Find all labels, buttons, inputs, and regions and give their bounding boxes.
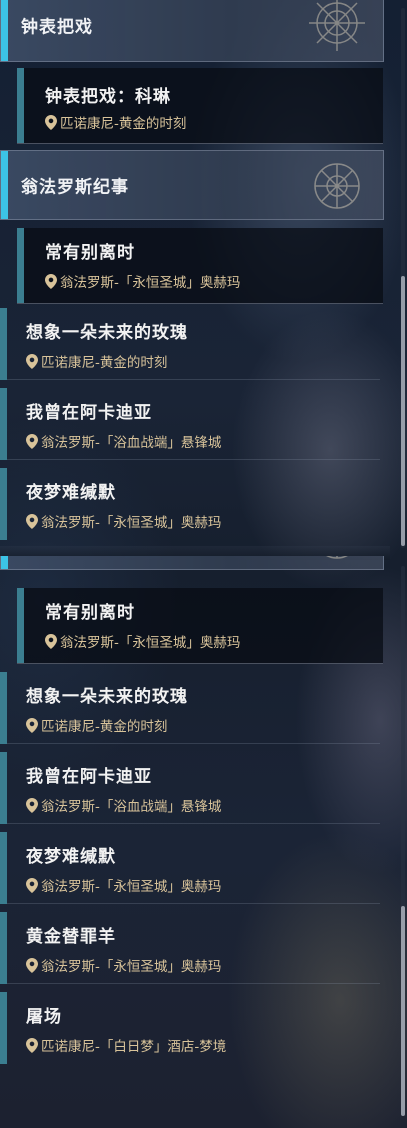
- item-accent-bar: [17, 588, 24, 663]
- quest-location: 匹诺康尼-黄金的时刻: [26, 715, 167, 735]
- scrollbar-thumb[interactable]: [401, 276, 405, 546]
- item-accent-bar: [0, 672, 7, 744]
- section-accent: [1, 0, 8, 61]
- item-divider: [7, 459, 380, 460]
- section-title: 钟表把戏: [21, 17, 93, 38]
- item-accent-bar: [0, 388, 7, 460]
- quest-name: 想象一朵未来的玫瑰: [26, 323, 188, 343]
- section-accent: [1, 151, 8, 219]
- quest-location: 翁法罗斯-「永恒圣城」奥赫玛: [26, 511, 221, 531]
- location-text: 匹诺康尼-「白日梦」酒店-梦境: [41, 1039, 227, 1055]
- quest-name: 常有别离时: [45, 243, 135, 263]
- item-divider: [7, 379, 380, 380]
- quest-name: 我曾在阿卡迪亚: [26, 767, 152, 787]
- quest-location: 翁法罗斯-「永恒圣城」奥赫玛: [26, 955, 221, 975]
- quest-item[interactable]: 夜梦难缄默 翁法罗斯-「永恒圣城」奥赫玛: [0, 832, 380, 904]
- location-text: 翁法罗斯-「永恒圣城」奥赫玛: [60, 275, 241, 291]
- quest-name: 常有别离时: [45, 603, 135, 623]
- map-pin-icon: [26, 798, 38, 813]
- quest-item[interactable]: 想象一朵未来的玫瑰 匹诺康尼-黄金的时刻: [0, 672, 380, 744]
- quest-location: 匹诺康尼-「白日梦」酒店-梦境: [26, 1035, 226, 1055]
- item-accent-bar: [0, 468, 7, 540]
- item-divider: [7, 983, 380, 984]
- quest-location: 翁法罗斯-「永恒圣城」奥赫玛: [26, 875, 221, 895]
- faction-emblem-icon: [314, 163, 360, 209]
- quest-name: 我曾在阿卡迪亚: [26, 403, 152, 423]
- section-header-amphoreus[interactable]: 翁法罗斯纪事: [0, 150, 384, 220]
- quest-name: 钟表把戏：科琳: [45, 87, 171, 107]
- item-accent-bar: [17, 228, 24, 303]
- scrollbar[interactable]: [401, 566, 405, 1116]
- quest-item[interactable]: 黄金替罪羊 翁法罗斯-「永恒圣城」奥赫玛: [0, 912, 380, 984]
- faction-emblem-icon: [309, 0, 365, 51]
- location-text: 翁法罗斯-「浴血战端」悬锋城: [41, 435, 222, 451]
- section-accent: [1, 556, 8, 569]
- quest-location: 匹诺康尼-黄金的时刻: [26, 351, 167, 371]
- item-divider: [7, 743, 380, 744]
- quest-list-panel-bottom: 常有别离时 翁法罗斯-「永恒圣城」奥赫玛 想象一朵未来的玫瑰 匹诺康尼-黄金的时…: [0, 556, 407, 1128]
- quest-name: 想象一朵未来的玫瑰: [26, 687, 188, 707]
- quest-location: 匹诺康尼-黄金的时刻: [45, 112, 186, 132]
- item-accent-bar: [0, 992, 7, 1064]
- quest-item-selected[interactable]: 钟表把戏：科琳 匹诺康尼-黄金的时刻: [17, 68, 383, 144]
- quest-list-panel-top: 钟表把戏 钟表把戏：科琳 匹诺康尼-黄金的时刻 翁法罗斯纪事 常有别离时 翁法罗…: [0, 0, 407, 556]
- item-divider: [7, 903, 380, 904]
- location-text: 翁法罗斯-「永恒圣城」奥赫玛: [41, 879, 222, 895]
- quest-item[interactable]: 想象一朵未来的玫瑰 匹诺康尼-黄金的时刻: [0, 308, 380, 380]
- location-text: 翁法罗斯-「永恒圣城」奥赫玛: [60, 635, 241, 651]
- map-pin-icon: [26, 718, 38, 733]
- section-title: 翁法罗斯纪事: [21, 177, 129, 198]
- map-pin-icon: [26, 514, 38, 529]
- map-pin-icon: [26, 958, 38, 973]
- location-text: 翁法罗斯-「永恒圣城」奥赫玛: [41, 515, 222, 531]
- quest-item-selected[interactable]: 常有别离时 翁法罗斯-「永恒圣城」奥赫玛: [17, 228, 383, 304]
- map-pin-icon: [26, 434, 38, 449]
- scrollbar[interactable]: [401, 8, 405, 548]
- item-accent-bar: [0, 912, 7, 984]
- quest-location: 翁法罗斯-「浴血战端」悬锋城: [26, 431, 221, 451]
- quest-name: 黄金替罪羊: [26, 927, 116, 947]
- scrollbar-thumb[interactable]: [401, 906, 405, 1116]
- quest-item[interactable]: 屠场 匹诺康尼-「白日梦」酒店-梦境: [0, 992, 380, 1064]
- location-text: 匹诺康尼-黄金的时刻: [60, 116, 187, 132]
- section-header-amphoreus[interactable]: [0, 556, 384, 570]
- quest-name: 夜梦难缄默: [26, 847, 116, 867]
- quest-name: 屠场: [26, 1007, 62, 1027]
- location-text: 翁法罗斯-「浴血战端」悬锋城: [41, 799, 222, 815]
- quest-location: 翁法罗斯-「永恒圣城」奥赫玛: [45, 271, 240, 291]
- map-pin-icon: [26, 878, 38, 893]
- quest-location: 翁法罗斯-「浴血战端」悬锋城: [26, 795, 221, 815]
- section-header-clockwork[interactable]: 钟表把戏: [0, 0, 384, 62]
- item-accent-bar: [0, 308, 7, 380]
- faction-emblem-icon: [326, 556, 348, 559]
- map-pin-icon: [26, 1038, 38, 1053]
- quest-item[interactable]: 夜梦难缄默 翁法罗斯-「永恒圣城」奥赫玛: [0, 468, 380, 540]
- map-pin-icon: [26, 354, 38, 369]
- quest-item[interactable]: 我曾在阿卡迪亚 翁法罗斯-「浴血战端」悬锋城: [0, 388, 380, 460]
- location-text: 翁法罗斯-「永恒圣城」奥赫玛: [41, 959, 222, 975]
- quest-item[interactable]: 我曾在阿卡迪亚 翁法罗斯-「浴血战端」悬锋城: [0, 752, 380, 824]
- item-accent-bar: [0, 752, 7, 824]
- location-text: 匹诺康尼-黄金的时刻: [41, 355, 168, 371]
- quest-location: 翁法罗斯-「永恒圣城」奥赫玛: [45, 631, 240, 651]
- map-pin-icon: [45, 634, 57, 649]
- map-pin-icon: [45, 115, 57, 130]
- map-pin-icon: [45, 274, 57, 289]
- quest-item-selected[interactable]: 常有别离时 翁法罗斯-「永恒圣城」奥赫玛: [17, 588, 383, 664]
- quest-name: 夜梦难缄默: [26, 483, 116, 503]
- location-text: 匹诺康尼-黄金的时刻: [41, 719, 168, 735]
- item-accent-bar: [0, 832, 7, 904]
- item-accent-bar: [17, 68, 24, 143]
- item-divider: [7, 823, 380, 824]
